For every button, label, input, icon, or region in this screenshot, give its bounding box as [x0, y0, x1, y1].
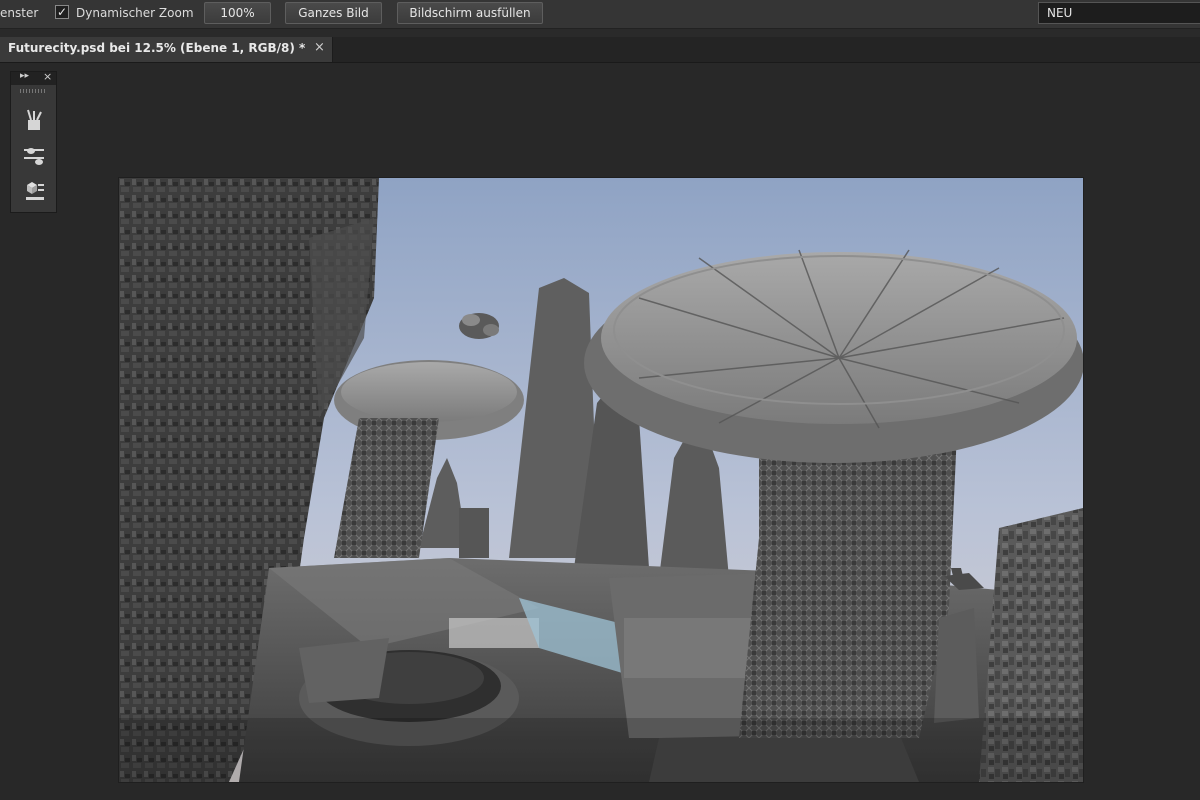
document-tab-bar: Futurecity.psd bei 12.5% (Ebene 1, RGB/8… — [0, 37, 1200, 63]
collapsed-panel-dock: ▸▸ × — [10, 70, 57, 213]
clone-source-icon[interactable] — [22, 179, 46, 203]
close-icon[interactable]: × — [43, 70, 52, 83]
dynamic-zoom-label: Dynamischer Zoom — [76, 6, 194, 20]
futurecity-render-image[interactable] — [119, 178, 1083, 782]
options-bar: enster ✓ Dynamischer Zoom 100% Ganzes Bi… — [0, 0, 1200, 29]
panel-grip-handle[interactable] — [20, 89, 47, 93]
zoom-100-button[interactable]: 100% — [204, 2, 271, 24]
document-tab-title: Futurecity.psd bei 12.5% (Ebene 1, RGB/8… — [8, 41, 306, 55]
fill-screen-button[interactable]: Bildschirm ausfüllen — [397, 2, 543, 24]
document-tab[interactable]: Futurecity.psd bei 12.5% (Ebene 1, RGB/8… — [0, 37, 333, 62]
dynamic-zoom-checkbox[interactable]: ✓ — [55, 5, 69, 19]
brushes-icon[interactable] — [22, 108, 46, 132]
workspace-dropdown[interactable]: NEU — [1038, 2, 1200, 24]
close-icon[interactable]: × — [314, 40, 325, 55]
window-option-label: enster — [0, 6, 39, 20]
brush-presets-icon[interactable] — [22, 144, 46, 168]
panel-header[interactable]: ▸▸ × — [11, 70, 56, 85]
expand-panels-icon[interactable]: ▸▸ — [20, 71, 29, 81]
fit-screen-button[interactable]: Ganzes Bild — [285, 2, 382, 24]
options-bar-divider — [0, 29, 1200, 37]
